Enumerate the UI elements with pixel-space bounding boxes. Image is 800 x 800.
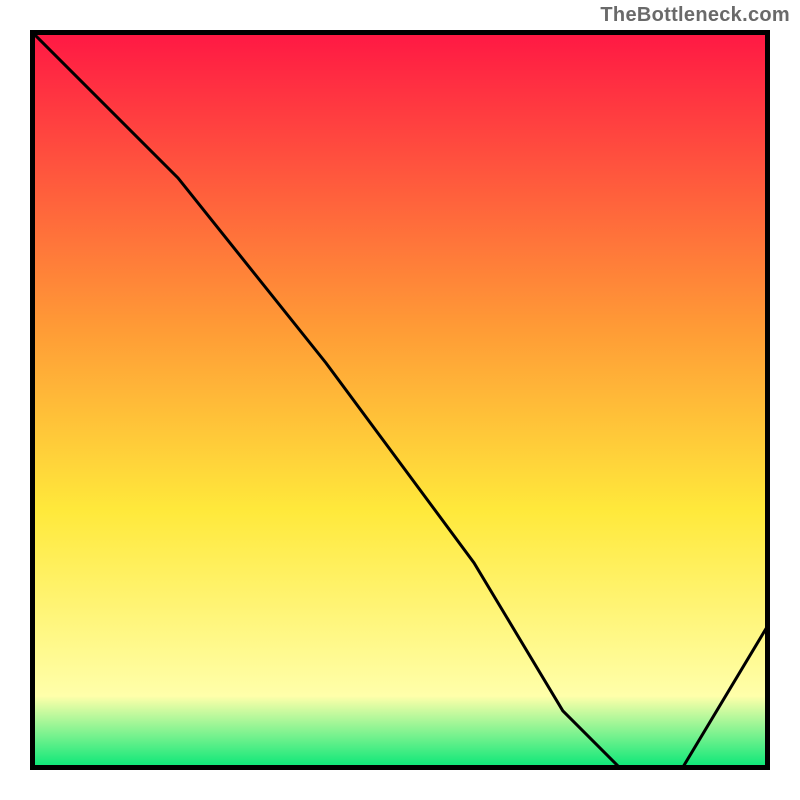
chart-border bbox=[30, 30, 770, 770]
watermark-text: TheBottleneck.com bbox=[600, 4, 790, 27]
